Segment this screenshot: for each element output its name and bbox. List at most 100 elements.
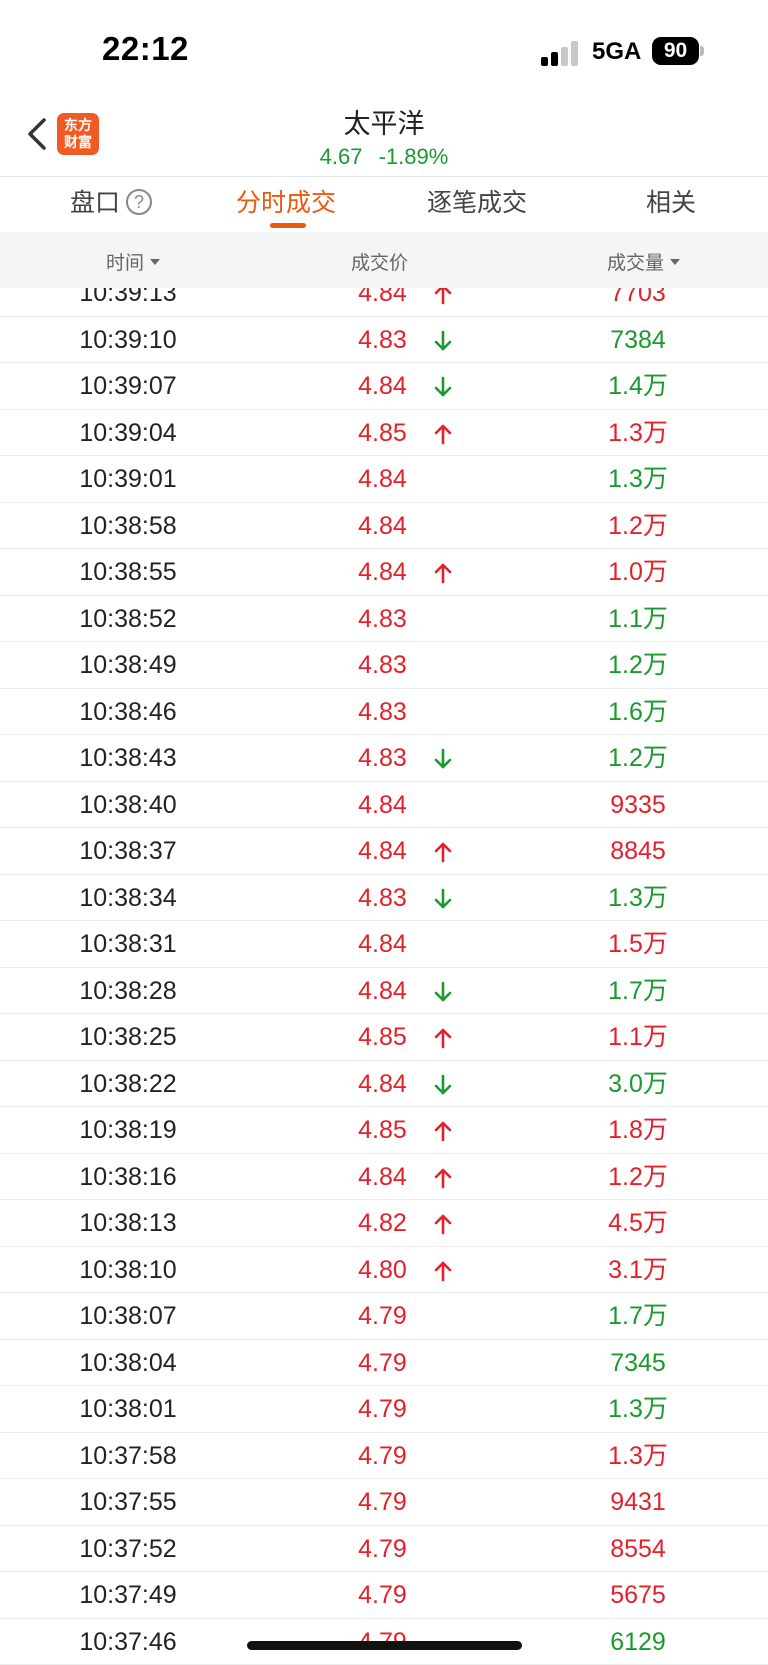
cellular-signal-icon [541,40,581,66]
arrow-down-icon [428,317,458,364]
trade-price: 4.83 [358,697,407,726]
column-price-label: 成交价 [351,253,409,274]
trade-price: 4.79 [358,1348,407,1377]
trade-row: 10:38:13 4.82 4.5万 [0,1200,768,1247]
trade-row: 10:38:49 4.83 1.2万 [0,642,768,689]
trade-volume: 5675 [610,1581,666,1609]
trade-volume: 1.6万 [608,697,668,726]
tab-bar: 盘口? 分时成交 逐笔成交 相关 [0,176,768,232]
trade-price: 4.79 [358,1488,407,1516]
trade-time: 10:39:04 [79,418,177,447]
arrow-down-icon [428,1061,458,1108]
trade-price: 4.84 [358,1162,407,1191]
trade-price: 4.83 [358,325,407,354]
column-volume-label: 成交量 [607,253,665,274]
trade-time: 10:38:40 [79,790,177,819]
trade-price: 4.83 [358,651,407,679]
tab-related[interactable]: 相关 [646,183,696,227]
trade-row: 10:38:19 4.85 1.8万 [0,1107,768,1154]
trade-row: 10:38:34 4.83 1.3万 [0,875,768,921]
trade-volume: 1.3万 [608,883,668,912]
trade-time: 10:37:49 [79,1581,177,1609]
trade-row: 10:38:28 4.84 1.7万 [0,968,768,1014]
network-type: 5GA [592,38,642,65]
trade-volume: 1.3万 [608,1395,668,1423]
trade-volume: 1.3万 [608,418,668,447]
tab-tick-trades-label: 逐笔成交 [427,189,528,217]
trade-row: 10:38:46 4.83 1.6万 [0,689,768,735]
tab-tick-trades[interactable]: 逐笔成交 [427,183,527,227]
trade-time: 10:38:28 [79,976,177,1005]
sort-by-time[interactable]: 时间 [106,248,161,275]
trade-row: 10:39:10 4.83 7384 [0,317,768,364]
trade-volume: 1.1万 [608,1023,668,1051]
trade-row: 10:38:07 4.79 1.7万 [0,1293,768,1340]
trade-time: 10:37:52 [79,1534,177,1563]
trade-row: 10:38:22 4.84 3.0万 [0,1061,768,1108]
column-time-label: 时间 [106,253,145,274]
arrow-down-icon [428,735,458,782]
trade-time: 10:38:49 [79,651,177,679]
trade-volume: 1.3万 [608,1441,668,1470]
trade-price: 4.84 [358,558,407,586]
trade-price: 4.85 [358,1116,407,1144]
status-time: 22:12 [102,30,189,67]
trade-price: 4.84 [358,837,407,865]
tab-order-book[interactable]: 盘口? [70,183,153,227]
trade-row: 10:39:04 4.85 1.3万 [0,410,768,457]
tab-minute-trades[interactable]: 分时成交 [236,183,336,227]
tab-minute-trades-label: 分时成交 [236,189,337,217]
arrow-up-icon [428,1247,458,1294]
sort-by-volume[interactable]: 成交量 [607,248,681,275]
trade-row: 10:38:40 4.84 9335 [0,782,768,828]
caret-down-icon [150,258,161,265]
trade-volume: 7384 [610,325,666,354]
trade-row: 10:38:10 4.80 3.1万 [0,1247,768,1294]
trade-volume: 7703 [610,288,666,307]
trade-price: 4.83 [358,744,407,772]
trade-row: 10:38:04 4.79 7345 [0,1340,768,1386]
trade-price: 4.84 [358,930,407,958]
trade-price: 4.79 [358,1302,407,1330]
trade-price: 4.79 [358,1534,407,1563]
tab-related-label: 相关 [646,189,697,217]
trade-price: 4.79 [358,1441,407,1470]
arrow-up-icon [428,1200,458,1247]
trade-volume: 1.7万 [608,1302,668,1330]
trade-row: 10:38:31 4.84 1.5万 [0,921,768,968]
trade-price: 4.83 [358,604,407,633]
active-tab-indicator [270,223,306,228]
trade-time: 10:38:43 [79,744,177,772]
trade-price: 4.84 [358,976,407,1005]
nav-header: 东方 财富 太平洋 4.67 -1.89% [0,96,768,176]
trade-price: 4.84 [358,511,407,540]
trade-volume: 1.1万 [608,604,668,633]
trade-row: 10:37:49 4.79 5675 [0,1572,768,1619]
trade-row: 10:39:13 4.84 7703 [0,288,768,317]
arrow-up-icon [428,288,458,317]
trade-row: 10:39:07 4.84 1.4万 [0,363,768,410]
arrow-up-icon [428,410,458,457]
trade-time: 10:39:01 [79,465,177,493]
trade-price: 4.80 [358,1255,407,1284]
trade-volume: 1.2万 [608,651,668,679]
trade-time: 10:39:10 [79,325,177,354]
trade-volume: 1.0万 [608,558,668,586]
trade-time: 10:38:07 [79,1302,177,1330]
tab-order-book-label: 盘口 [70,189,121,217]
trade-row: 10:39:01 4.84 1.3万 [0,456,768,503]
trade-price: 4.82 [358,1209,407,1237]
help-icon[interactable]: ? [126,189,153,216]
trade-time: 10:38:22 [79,1069,177,1098]
trade-price: 4.84 [358,372,407,400]
trade-time: 10:38:58 [79,511,177,540]
trade-time: 10:38:37 [79,837,177,865]
trade-list[interactable]: 10:39:13 4.84 7703 10:39:10 4.83 7384 10:39:07… [0,288,768,1665]
trade-row: 10:38:43 4.83 1.2万 [0,735,768,782]
trade-row: 10:38:58 4.84 1.2万 [0,503,768,549]
trade-price: 4.83 [358,883,407,912]
battery-nub [700,46,704,56]
home-indicator [247,1641,522,1650]
trade-volume: 1.7万 [608,976,668,1005]
caret-down-icon [670,258,681,265]
